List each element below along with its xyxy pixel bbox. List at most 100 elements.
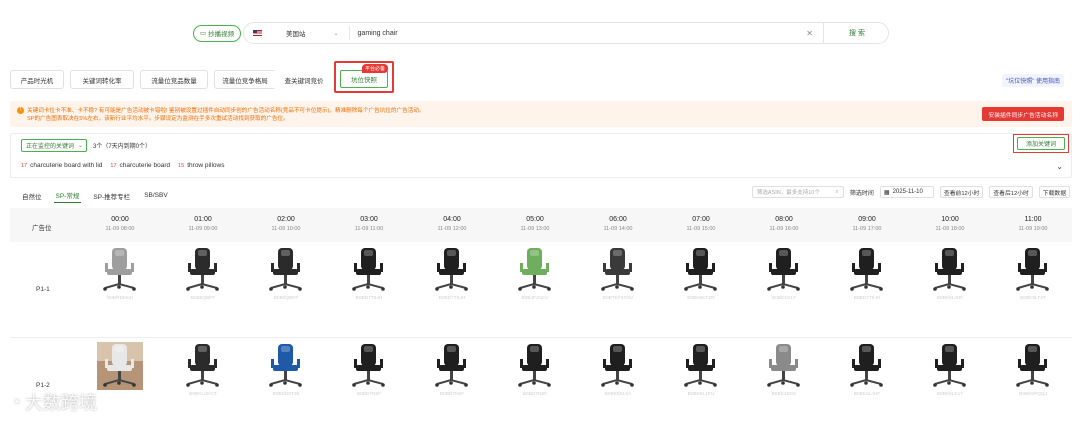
product-cell[interactable]: B0BK5PQQJ xyxy=(1003,342,1063,397)
product-image xyxy=(186,344,219,387)
clear-icon[interactable]: ✕ xyxy=(806,29,813,38)
asin-label: B0BK1D0G xyxy=(771,392,797,397)
product-cell[interactable]: B0BK5KTZR xyxy=(671,246,731,301)
site-select[interactable]: 美国站 xyxy=(286,28,306,38)
product-cell[interactable]: B0BD7T5JH xyxy=(837,246,897,301)
asin-label: B0B5QBFF xyxy=(273,296,299,301)
product-image xyxy=(850,248,883,291)
product-image xyxy=(1016,344,1049,387)
keyword-chips: 17 charcuterie board with lid 17 charcut… xyxy=(21,162,224,169)
asin-label: B0BK5LK1T xyxy=(936,392,964,397)
column-header: 04:00 11-09 12:00 xyxy=(422,216,482,232)
asin-filter-placeholder: 筛选ASIN，最多支持10个 xyxy=(756,190,820,196)
subtab-sp-recommended[interactable]: SP-推荐专栏 xyxy=(91,189,132,203)
column-date: 11-09 14:00 xyxy=(603,226,633,232)
product-cell[interactable]: B0B5QBFF xyxy=(256,246,316,301)
product-image xyxy=(186,248,219,291)
product-cell[interactable]: B0BD1K1T xyxy=(754,246,814,301)
add-keyword-button[interactable]: 添加关键词 xyxy=(1017,137,1065,150)
product-cell[interactable]: B0BD7N5F xyxy=(422,342,482,397)
chip-count: 17 xyxy=(21,162,28,169)
grid-tools: 筛选ASIN，最多支持10个 ⌕ 筛选时间 ▦ 2025-11-10 查看前12… xyxy=(751,186,1070,198)
install-plugin-button[interactable]: 安装插件同步广告活动名称 xyxy=(982,107,1064,121)
product-cell[interactable]: B0BKD0T39 xyxy=(256,342,316,397)
product-cell[interactable]: B0B5QBFF xyxy=(173,246,233,301)
subtab-sb-sbv[interactable]: SB/SBV xyxy=(142,190,169,201)
row-label: P1-2 xyxy=(36,382,50,389)
tab-product-time-machine[interactable]: 产品时光机 xyxy=(10,70,64,89)
product-image xyxy=(269,248,302,291)
product-image xyxy=(518,344,551,387)
product-cell[interactable]: B0BD7T5JH xyxy=(339,246,399,301)
feature-tabs: 产品时光机 关键词转化率 流量位竞品数量 流量位竞争格局 查关键词竞价 坑位快照… xyxy=(10,61,1072,93)
product-image xyxy=(601,248,634,291)
product-cell[interactable]: B0BKUJKCT xyxy=(173,342,233,397)
column-date: 11-09 13:00 xyxy=(520,226,550,232)
column-date: 11-09 11:00 xyxy=(354,226,384,232)
monitor-panel: 正在监控的关键词 ⌄ 3个（7天内到期0个） 添加关键词 17 charcute… xyxy=(10,133,1072,178)
product-cell[interactable]: B0BK5LJHF xyxy=(837,342,897,397)
product-cell[interactable]: B0BK5L1FU xyxy=(671,342,731,397)
product-image xyxy=(850,344,883,387)
product-cell[interactable]: B0BD7N5F xyxy=(505,342,565,397)
column-date: 11-09 17:00 xyxy=(852,226,882,232)
product-cell[interactable]: B0BK5KL0A xyxy=(588,342,648,397)
product-image xyxy=(601,344,634,387)
subtab-sp-regular[interactable]: SP-常规 xyxy=(53,188,82,203)
product-cell[interactable]: B0BK5LK1T xyxy=(920,342,980,397)
asin-label: B0BD7N5F xyxy=(356,392,382,397)
product-cell[interactable]: B0BRD6K4I xyxy=(90,246,150,301)
subtab-organic[interactable]: 自然位 xyxy=(20,189,44,203)
column-time: 05:00 xyxy=(526,216,544,223)
keyword-input[interactable]: gaming chair xyxy=(358,30,807,37)
asin-label: B0BK5PQQJ xyxy=(1019,392,1047,397)
chevron-down-icon[interactable]: ⌄ xyxy=(334,30,339,37)
column-date: 11-09 15:00 xyxy=(686,226,716,232)
tab-competitor-count[interactable]: 流量位竞品数量 xyxy=(140,70,208,89)
column-date: 11-09 08:00 xyxy=(105,226,135,232)
asin-label: B0BD7T5JH xyxy=(438,296,466,301)
divider xyxy=(348,26,350,40)
monitor-select[interactable]: 正在监控的关键词 ⌄ xyxy=(21,139,87,152)
prev-12h-button[interactable]: 查看前12小时 xyxy=(939,186,984,198)
product-cell[interactable]: B0BTKF6G9V xyxy=(588,246,648,301)
product-image xyxy=(1016,248,1049,291)
download-button[interactable]: 下载数据 xyxy=(1038,186,1070,198)
column-header: 02:00 11-09 10:00 xyxy=(256,216,316,232)
asin-filter-input[interactable]: 筛选ASIN，最多支持10个 ⌕ xyxy=(751,186,844,198)
watermark-text: 大数跨境 xyxy=(24,393,97,413)
product-cell[interactable]: B0BD7N5F xyxy=(339,342,399,397)
column-header: 07:00 11-09 15:00 xyxy=(671,216,731,232)
product-cell[interactable]: B0BK5LT4T xyxy=(1003,246,1063,301)
product-image xyxy=(767,248,800,291)
search-box: 美国站 ⌄ gaming chair ✕ 搜 索 xyxy=(243,22,889,44)
chip-count: 17 xyxy=(110,162,117,169)
asin-label: B0BRD6K4I xyxy=(107,296,133,301)
chevron-down-icon[interactable]: ⌄ xyxy=(1056,162,1063,171)
position-header: 广告位 xyxy=(32,225,52,232)
product-cell[interactable]: B0BJFJNCV xyxy=(505,246,565,301)
grid-header: 广告位 00:00 11-09 08:00 01:00 11-09 09:00 02:0… xyxy=(10,208,1072,242)
tab-keyword-bid[interactable]: 查关键词竞价 xyxy=(274,70,334,89)
keyword-chip[interactable]: 17 charcuterie board with lid xyxy=(21,162,102,169)
tab-keyword-conversion[interactable]: 关键词转化率 xyxy=(70,70,134,89)
keyword-chip[interactable]: 17 charcuterie board xyxy=(110,162,170,169)
tab-competition-pattern[interactable]: 流量位竞争格局 xyxy=(214,70,276,89)
column-date: 11-09 12:00 xyxy=(437,226,467,232)
search-button[interactable]: 搜 索 xyxy=(823,22,890,44)
guide-link[interactable]: "坑位快照" 使用指南 xyxy=(1002,74,1064,87)
product-cell[interactable]: B0BK1D0G xyxy=(754,342,814,397)
date-picker[interactable]: ▦ 2025-11-10 xyxy=(879,186,934,198)
product-cell[interactable]: B0BK5LJHF xyxy=(920,246,980,301)
follow-video-button[interactable]: ▭ 抄播视频 xyxy=(193,24,242,42)
chip-text: charcuterie board xyxy=(119,162,171,169)
chip-count: 15 xyxy=(178,162,185,169)
product-cell[interactable]: B0BD7T5JH xyxy=(422,246,482,301)
product-cell[interactable] xyxy=(90,342,150,392)
next-12h-button[interactable]: 查看后12小时 xyxy=(989,186,1033,198)
column-header: 03:00 11-09 11:00 xyxy=(339,216,399,232)
product-image xyxy=(518,248,551,291)
video-icon: ▭ xyxy=(200,30,207,37)
asin-label: B0BK5LJHF xyxy=(853,392,881,397)
keyword-chip[interactable]: 15 throw pillows xyxy=(178,162,224,169)
